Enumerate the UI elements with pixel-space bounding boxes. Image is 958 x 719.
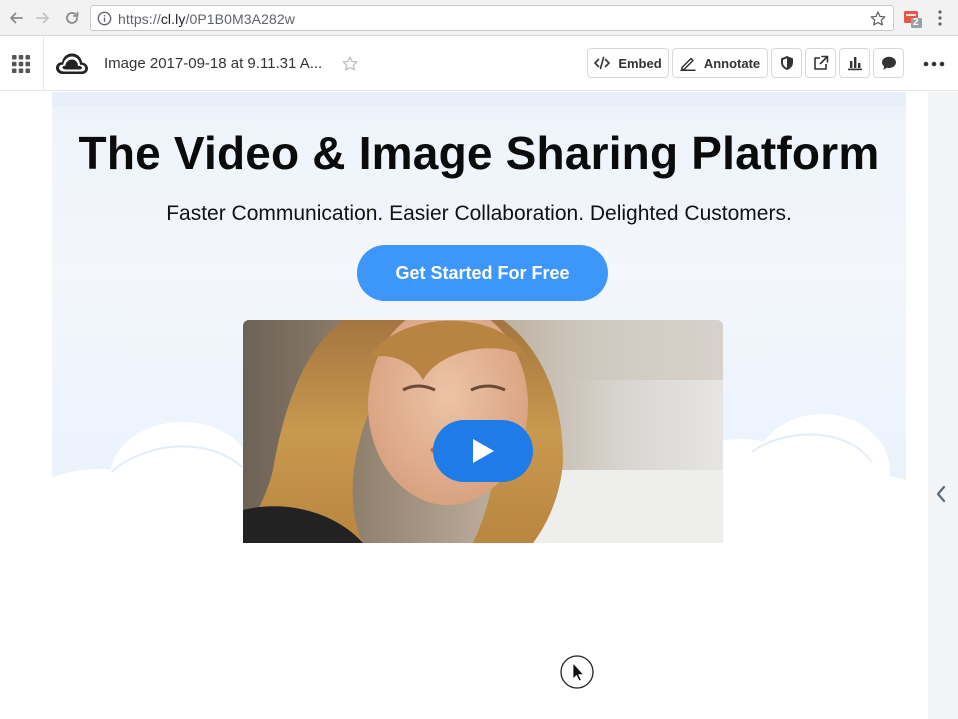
annotate-label: Annotate: [703, 55, 761, 71]
bar-chart-icon: [847, 57, 862, 71]
chevron-left-icon: [936, 485, 946, 503]
address-bar[interactable]: https://cl.ly/0P1B0M3A282w: [90, 5, 894, 31]
more-icon: [923, 61, 945, 67]
comment-icon: [881, 56, 896, 70]
get-started-button: Get Started For Free: [357, 245, 608, 301]
star-icon: [342, 56, 358, 71]
play-icon: [473, 439, 494, 463]
toolbar-divider: [43, 37, 44, 91]
info-icon[interactable]: [97, 11, 112, 26]
expand-sidebar-button[interactable]: [934, 484, 948, 504]
url-host: cl.ly: [160, 11, 186, 27]
forward-button[interactable]: [33, 8, 53, 28]
collapsed-sidebar: [928, 92, 958, 719]
reload-button[interactable]: [62, 8, 82, 28]
share-button[interactable]: [805, 48, 836, 78]
play-button: [433, 420, 533, 482]
back-arrow-icon: [10, 12, 23, 24]
cloudapp-logo-icon: [56, 53, 88, 74]
browser-chrome: https://cl.ly/0P1B0M3A282w 2: [0, 0, 958, 36]
more-button[interactable]: [922, 55, 946, 73]
mouse-cursor-icon: [560, 655, 594, 689]
url-text[interactable]: https://cl.ly/0P1B0M3A282w: [118, 11, 295, 27]
embed-label: Embed: [618, 55, 662, 71]
forward-arrow-icon: [36, 12, 49, 24]
comments-button[interactable]: [873, 48, 904, 78]
shield-icon: [780, 56, 793, 70]
analytics-button[interactable]: [839, 48, 870, 78]
file-title: Image 2017-09-18 at 9.11.31 A...: [104, 55, 323, 72]
apps-menu-button[interactable]: [12, 55, 30, 73]
app-toolbar: Image 2017-09-18 at 9.11.31 A... Embed A…: [0, 37, 958, 91]
code-icon: [594, 56, 611, 70]
hero-top-band: [52, 92, 906, 106]
url-prefix: https://: [118, 11, 161, 27]
hero-subtitle: Faster Communication. Easier Collaborati…: [166, 202, 792, 225]
shared-image: The Video & Image Sharing Platform Faste…: [52, 92, 906, 543]
reload-icon: [66, 11, 79, 24]
cloudapp-logo[interactable]: [55, 51, 89, 77]
embed-button[interactable]: Embed: [587, 48, 669, 78]
favorite-button[interactable]: [341, 55, 359, 73]
url-path: /0P1B0M3A282w: [185, 11, 295, 27]
extension-button[interactable]: 2: [903, 9, 923, 29]
bookmark-star-icon[interactable]: [869, 10, 887, 28]
extension-badge: 2: [913, 17, 919, 28]
kebab-menu-icon: [938, 10, 942, 26]
annotate-button[interactable]: Annotate: [672, 48, 768, 78]
share-icon: [813, 55, 828, 70]
security-button[interactable]: [771, 48, 802, 78]
browser-menu-button[interactable]: [932, 9, 948, 27]
video-thumbnail: [243, 320, 723, 543]
back-button[interactable]: [6, 8, 26, 28]
hero-title: The Video & Image Sharing Platform: [78, 127, 880, 179]
pencil-icon: [680, 57, 696, 71]
apps-grid-icon: [12, 55, 30, 73]
